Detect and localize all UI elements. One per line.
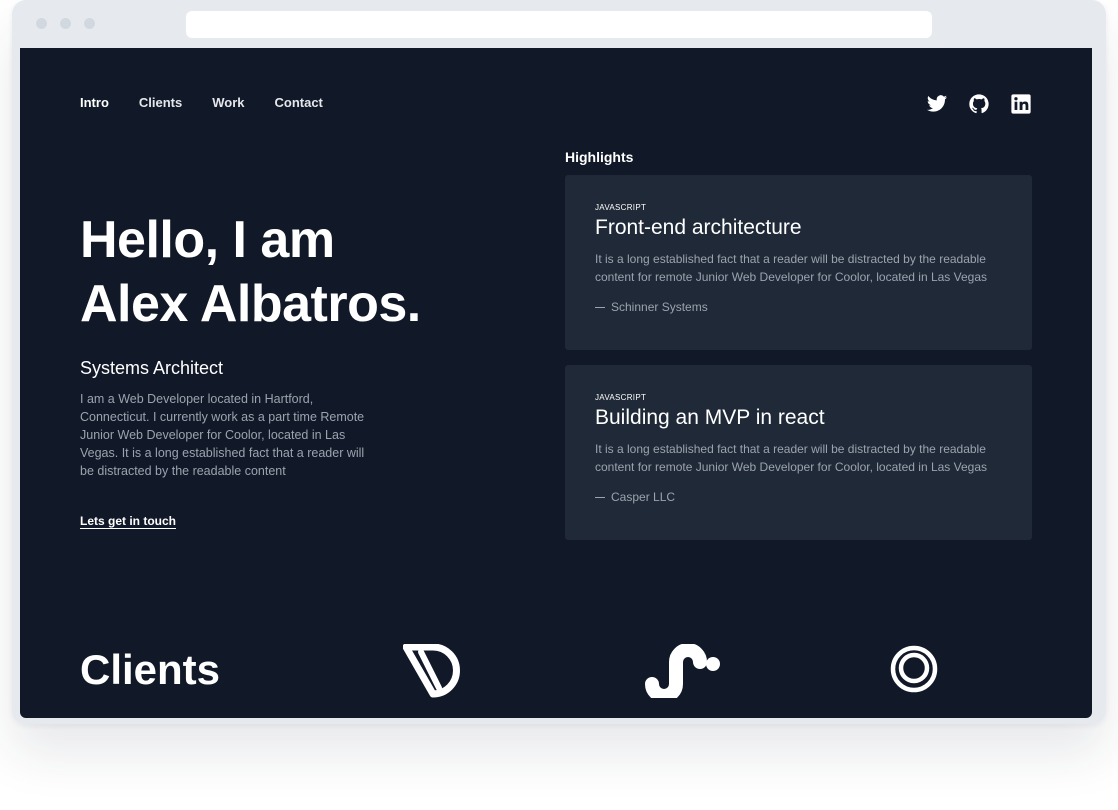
bio-text: I am a Web Developer located in Hartford… (80, 392, 365, 478)
highlights-heading: Highlights (565, 149, 634, 165)
dash-icon (595, 497, 605, 499)
twitter-icon[interactable] (926, 93, 948, 115)
highlight-card[interactable]: JAVASCRIPT Building an MVP in react It i… (565, 365, 1032, 540)
nav-work[interactable]: Work (212, 95, 244, 110)
hero-title-line2: Alex Albatros. (80, 275, 421, 333)
card-title: Building an MVP in react (595, 406, 825, 429)
hero-title: Hello, I am Alex Albatros. (80, 208, 540, 336)
hero-title-line1: Hello, I am (80, 211, 335, 269)
card-title: Front-end architecture (595, 216, 802, 239)
dash-icon (595, 307, 605, 309)
card-description: It is a long established fact that a rea… (595, 442, 987, 474)
browser-chrome (12, 0, 1106, 48)
card-company-name: Casper LLC (611, 490, 676, 504)
client-logo-wave-icon (645, 643, 725, 703)
github-icon[interactable] (968, 93, 990, 115)
address-bar[interactable] (186, 11, 932, 38)
card-tag: JAVASCRIPT (595, 203, 647, 212)
client-logo-leaf-icon (402, 643, 469, 703)
nav-clients[interactable]: Clients (139, 95, 182, 110)
nav-intro[interactable]: Intro (80, 95, 109, 110)
card-description: It is a long established fact that a rea… (595, 252, 987, 284)
highlight-card[interactable]: JAVASCRIPT Front-end architecture It is … (565, 175, 1032, 350)
window-close-dot[interactable] (36, 18, 47, 29)
window-minimize-dot[interactable] (60, 18, 71, 29)
linkedin-icon[interactable] (1010, 93, 1032, 115)
clients-heading: Clients (80, 646, 221, 693)
page-viewport: Intro Clients Work Contact Hello, I am A… (20, 48, 1092, 718)
window-maximize-dot[interactable] (84, 18, 95, 29)
browser-window: Intro Clients Work Contact Hello, I am A… (12, 0, 1106, 724)
main-nav: Intro Clients Work Contact (80, 95, 323, 110)
card-company-name: Schinner Systems (611, 300, 708, 314)
client-logo-rings-icon (889, 644, 939, 699)
job-role: Systems Architect (80, 358, 224, 378)
card-tag: JAVASCRIPT (595, 393, 647, 402)
contact-link[interactable]: Lets get in touch (80, 514, 176, 528)
social-links (926, 93, 1032, 115)
card-company: Schinner Systems (595, 300, 1002, 314)
nav-contact[interactable]: Contact (275, 95, 323, 110)
card-company: Casper LLC (595, 490, 1002, 504)
